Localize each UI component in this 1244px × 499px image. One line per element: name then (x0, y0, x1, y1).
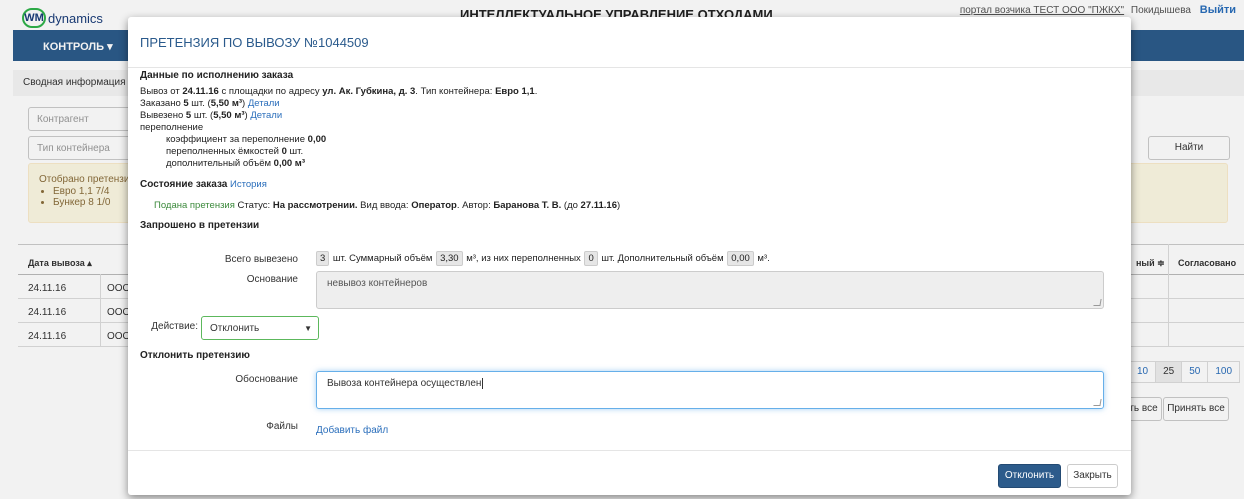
overflow-label: переполнение (140, 122, 204, 133)
modal-footer: Отклонить Закрыть (128, 450, 1131, 496)
overflow-extra-value: 0,00 м³ (273, 158, 305, 169)
overflow-coef-label: коэффициент за переполнение (166, 134, 308, 145)
reason-field: невывоз контейнеров (316, 271, 1104, 309)
input-value: Оператор (411, 200, 457, 211)
ordered-volume: 5,50 м³ (210, 98, 243, 109)
export-address: ул. Ак. Губкина, д. 3 (322, 86, 416, 97)
overflow-coef: коэффициент за переполнение 0,00 (166, 134, 1120, 146)
add-file-link[interactable]: Добавить файл (316, 425, 388, 436)
exec-section-title: Данные по исполнению заказа (140, 70, 294, 81)
modal-title: ПРЕТЕНЗИЯ ПО ВЫВОЗУ №1044509 (140, 35, 369, 50)
until-prefix: (до (561, 200, 581, 211)
claim-filed-label: Подана претензия (154, 200, 235, 211)
ordered-prefix: Заказано (140, 98, 184, 109)
total-text3: шт. Дополнительный объём (598, 253, 727, 264)
reason-value: невывоз контейнеров (327, 278, 428, 289)
justification-value: Вывоза контейнера осуществлен (327, 378, 482, 389)
total-overflow-box: 0 (584, 251, 598, 266)
total-values: 3 шт. Суммарный объём 3,30 м³, из них пе… (315, 251, 770, 266)
claim-modal: ПРЕТЕНЗИЯ ПО ВЫВОЗУ №1044509 Данные по и… (128, 17, 1131, 495)
input-label: Вид ввода: (357, 200, 412, 211)
action-label: Действие: (151, 321, 198, 332)
author-label: . Автор: (456, 200, 494, 211)
until-date: 27.11.16 (580, 200, 618, 211)
close-button[interactable]: Закрыть (1067, 464, 1118, 488)
author-value: Баранова Т. В. (493, 200, 562, 211)
overflow-details: коэффициент за переполнение 0,00 перепол… (140, 134, 1120, 170)
total-text4: м³. (754, 253, 770, 264)
action-select-value: Отклонить (210, 323, 260, 334)
modal-body: Данные по исполнению заказа Вывоз от 24.… (140, 70, 1120, 232)
total-text2: м³, из них переполненных (463, 253, 584, 264)
ordered-line: Заказано 5 шт. (5,50 м³) Детали (140, 98, 1120, 110)
overflow-extra: дополнительный объём 0,00 м³ (166, 158, 1120, 170)
state-title: Состояние заказа (140, 179, 228, 190)
status-label: Статус: (234, 200, 273, 211)
exported-details-link[interactable]: Детали (250, 110, 282, 121)
export-end: . (534, 86, 538, 97)
overflow-coef-value: 0,00 (307, 134, 327, 145)
requested-title: Запрошено в претензии (140, 220, 260, 231)
text-cursor (482, 378, 484, 389)
justification-field[interactable]: Вывоза контейнера осуществлен (316, 371, 1104, 409)
chevron-down-icon: ▼ (304, 324, 312, 333)
ordered-details-link[interactable]: Детали (248, 98, 280, 109)
export-mid2: . Тип контейнера: (415, 86, 496, 97)
history-link[interactable]: История (230, 179, 267, 190)
export-mid: с площадки по адресу (218, 86, 323, 97)
ordered-mid: шт. ( (188, 98, 211, 109)
files-label: Файлы (266, 421, 298, 432)
overflow-count-unit: шт. (286, 146, 304, 157)
total-label: Всего вывезено (224, 254, 298, 265)
export-line: Вывоз от 24.11.16 с площадки по адресу у… (140, 86, 1120, 98)
exported-line: Вывезено 5 шт. (5,50 м³) Детали (140, 110, 1120, 122)
exported-prefix: Вывезено (140, 110, 186, 121)
overflow-extra-label: дополнительный объём (166, 158, 274, 169)
export-date: 24.11.16 (182, 86, 219, 97)
exported-mid: шт. ( (191, 110, 214, 121)
action-select[interactable]: Отклонить ▼ (201, 316, 319, 340)
modal-header: ПРЕТЕНЗИЯ ПО ВЫВОЗУ №1044509 (128, 17, 1131, 68)
order-state: Состояние заказа История (140, 179, 1120, 191)
reject-button[interactable]: Отклонить (998, 464, 1061, 488)
claim-status-line: Подана претензия Статус: На рассмотрении… (140, 200, 1120, 212)
until-end: ) (617, 200, 621, 211)
reason-label: Основание (246, 274, 298, 285)
total-volume-box: 3,30 (436, 251, 463, 266)
exported-volume: 5,50 м³ (213, 110, 245, 121)
status-value: На рассмотрении. (272, 200, 358, 211)
container-type: Евро 1,1 (495, 86, 535, 97)
overflow-count-label: переполненных ёмкостей (166, 146, 282, 157)
total-count-box: 3 (316, 251, 330, 266)
export-prefix: Вывоз от (140, 86, 183, 97)
total-text1: шт. Суммарный объём (330, 253, 436, 264)
overflow-count: переполненных ёмкостей 0 шт. (166, 146, 1120, 158)
reject-section-title: Отклонить претензию (140, 350, 250, 361)
justification-label: Обоснование (235, 374, 298, 385)
resize-handle-icon[interactable] (1093, 399, 1102, 406)
resize-handle-icon (1093, 299, 1102, 306)
total-extra-box: 0,00 (727, 251, 754, 266)
